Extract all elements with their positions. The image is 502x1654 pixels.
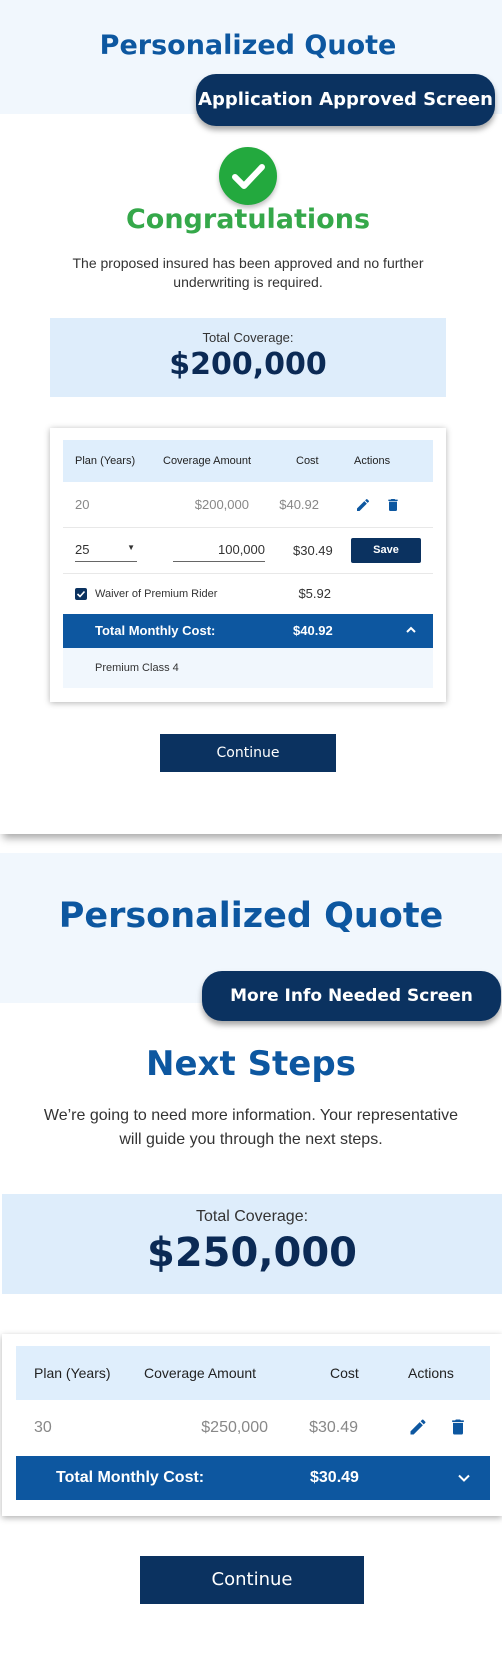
total-coverage-box: Total Coverage: $200,000	[50, 318, 446, 397]
save-button[interactable]: Save	[351, 538, 421, 563]
screen-label-badge: Application Approved Screen	[196, 74, 495, 126]
table-header: Plan (Years) Coverage Amount Cost Action…	[16, 1346, 490, 1400]
total-coverage-amount: $200,000	[169, 347, 327, 382]
screen-label-badge: More Info Needed Screen	[202, 971, 501, 1021]
total-monthly-cost-bar[interactable]: Total Monthly Cost: $30.49	[16, 1456, 490, 1500]
quote-table-card: Plan (Years) Coverage Amount Cost Action…	[50, 428, 446, 702]
header-plan: Plan (Years)	[34, 1365, 111, 1381]
edit-row: 25 ▼ 100,000 $30.49 Save	[63, 528, 433, 574]
cell-coverage: $250,000	[201, 1419, 268, 1436]
cell-plan: 20	[75, 497, 90, 512]
total-monthly-cost-amount: $40.92	[293, 623, 333, 638]
cell-cost: $40.92	[279, 497, 319, 512]
checkbox-checked-icon[interactable]	[75, 588, 87, 600]
total-coverage-label: Total Coverage:	[195, 1208, 309, 1225]
plan-years-select[interactable]: 25 ▼	[75, 542, 137, 562]
total-monthly-cost-bar[interactable]: Total Monthly Cost: $40.92	[63, 614, 433, 648]
total-coverage-box: Total Coverage: $250,000	[2, 1194, 502, 1294]
table-row: 20 $200,000 $40.92	[63, 482, 433, 528]
edit-row-cost: $30.49	[293, 543, 333, 558]
cell-coverage: $200,000	[194, 497, 249, 512]
total-monthly-cost-amount: $30.49	[310, 1469, 359, 1486]
cell-cost: $30.49	[309, 1419, 358, 1436]
total-monthly-cost-label: Total Monthly Cost:	[56, 1469, 205, 1486]
total-coverage-amount: $250,000	[146, 1230, 358, 1276]
total-monthly-cost-label: Total Monthly Cost:	[95, 623, 216, 638]
header-cost: Cost	[330, 1365, 359, 1381]
page-title: Personalized Quote	[58, 896, 444, 936]
header-plan: Plan (Years)	[75, 455, 136, 467]
premium-class-label: Premium Class 4	[95, 662, 179, 674]
trash-icon[interactable]	[448, 1417, 468, 1437]
trash-icon[interactable]	[385, 497, 401, 513]
quote-table-card: Plan (Years) Coverage Amount Cost Action…	[2, 1334, 502, 1516]
continue-button[interactable]: Continue	[160, 734, 336, 772]
continue-button[interactable]: Continue	[140, 1556, 364, 1604]
cell-plan: 30	[34, 1419, 52, 1436]
checkmark-icon	[219, 147, 277, 205]
approval-message: The proposed insured has been approved a…	[72, 255, 424, 290]
chevron-up-icon[interactable]	[404, 623, 418, 637]
chevron-down-icon[interactable]	[456, 1470, 472, 1486]
dropdown-arrow-icon: ▼	[127, 543, 135, 552]
rider-label: Waiver of Premium Rider	[95, 588, 218, 600]
next-steps-heading: Next Steps	[146, 1044, 356, 1084]
congratulations-heading: Congratulations	[125, 204, 371, 235]
rider-row: Waiver of Premium Rider $5.92	[63, 574, 433, 614]
rider-cost: $5.92	[298, 586, 331, 601]
premium-class-row: Premium Class 4	[63, 648, 433, 688]
more-info-message: We’re going to need more information. Yo…	[43, 1107, 459, 1148]
header-coverage: Coverage Amount	[144, 1365, 257, 1381]
header-cost: Cost	[296, 455, 319, 467]
header-coverage: Coverage Amount	[163, 455, 252, 467]
page-title: Personalized Quote	[99, 30, 397, 61]
total-coverage-label: Total Coverage:	[202, 330, 294, 345]
edit-pencil-icon[interactable]	[408, 1417, 428, 1437]
table-row: 30 $250,000 $30.49	[16, 1400, 490, 1456]
header-actions: Actions	[408, 1365, 454, 1381]
plan-years-value: 25	[75, 542, 90, 557]
header-actions: Actions	[354, 455, 391, 467]
table-header: Plan (Years) Coverage Amount Cost Action…	[63, 440, 433, 482]
edit-pencil-icon[interactable]	[355, 497, 371, 513]
coverage-amount-input[interactable]: 100,000	[173, 542, 265, 562]
